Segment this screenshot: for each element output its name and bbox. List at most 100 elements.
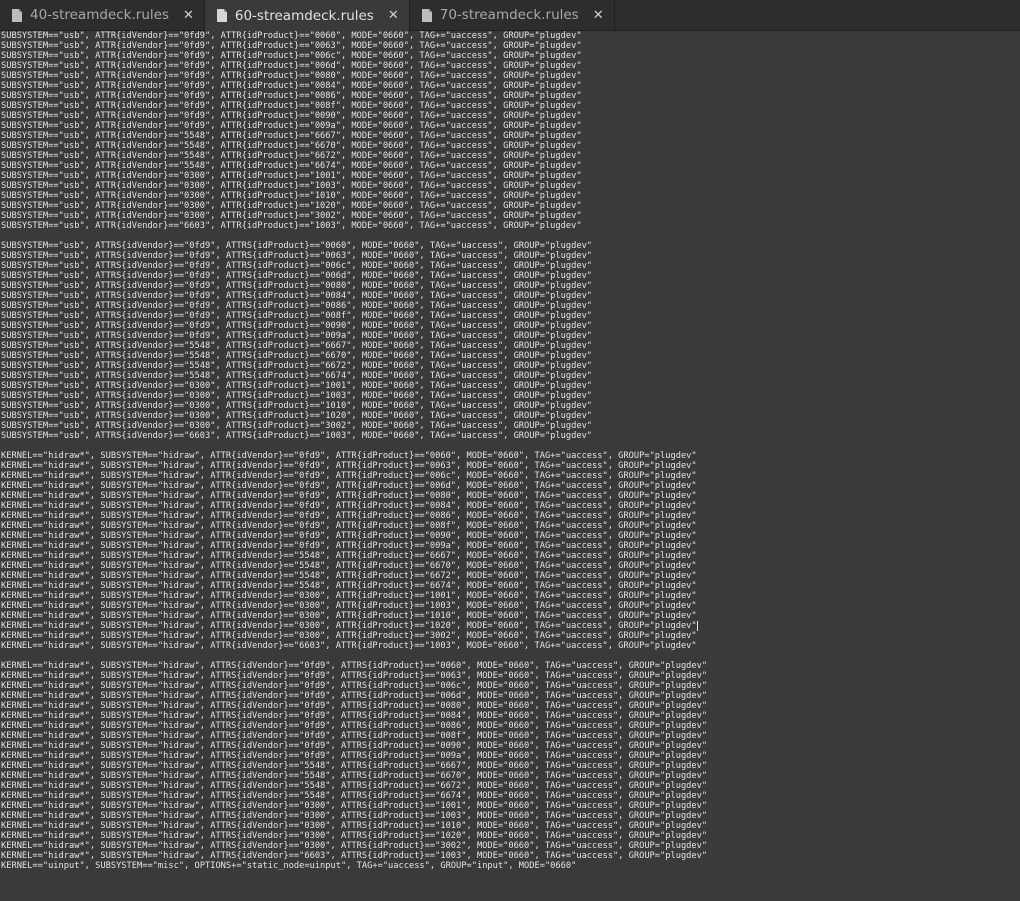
code-line[interactable]: KERNEL=="hidraw*", SUBSYSTEM=="hidraw", … <box>1 581 1020 591</box>
code-line[interactable]: SUBSYSTEM=="usb", ATTR{idVendor}=="5548"… <box>1 141 1020 151</box>
code-line[interactable]: KERNEL=="hidraw*", SUBSYSTEM=="hidraw", … <box>1 631 1020 641</box>
code-line[interactable]: SUBSYSTEM=="usb", ATTR{idVendor}=="0fd9"… <box>1 71 1020 81</box>
code-line[interactable]: KERNEL=="hidraw*", SUBSYSTEM=="hidraw", … <box>1 561 1020 571</box>
code-line[interactable]: KERNEL=="hidraw*", SUBSYSTEM=="hidraw", … <box>1 701 1020 711</box>
code-line[interactable]: SUBSYSTEM=="usb", ATTRS{idVendor}=="0fd9… <box>1 331 1020 341</box>
code-line[interactable]: SUBSYSTEM=="usb", ATTRS{idVendor}=="0300… <box>1 391 1020 401</box>
code-line[interactable]: KERNEL=="hidraw*", SUBSYSTEM=="hidraw", … <box>1 781 1020 791</box>
code-line[interactable]: KERNEL=="hidraw*", SUBSYSTEM=="hidraw", … <box>1 481 1020 491</box>
code-line[interactable]: SUBSYSTEM=="usb", ATTRS{idVendor}=="0fd9… <box>1 241 1020 251</box>
code-line[interactable]: KERNEL=="hidraw*", SUBSYSTEM=="hidraw", … <box>1 621 1020 631</box>
code-line[interactable]: SUBSYSTEM=="usb", ATTR{idVendor}=="6603"… <box>1 221 1020 231</box>
close-icon[interactable]: ✕ <box>183 9 194 22</box>
code-line[interactable]: KERNEL=="hidraw*", SUBSYSTEM=="hidraw", … <box>1 681 1020 691</box>
code-line[interactable]: KERNEL=="hidraw*", SUBSYSTEM=="hidraw", … <box>1 821 1020 831</box>
code-line[interactable]: SUBSYSTEM=="usb", ATTRS{idVendor}=="5548… <box>1 351 1020 361</box>
code-line[interactable]: KERNEL=="hidraw*", SUBSYSTEM=="hidraw", … <box>1 731 1020 741</box>
code-line[interactable]: SUBSYSTEM=="usb", ATTR{idVendor}=="5548"… <box>1 161 1020 171</box>
code-line[interactable]: KERNEL=="hidraw*", SUBSYSTEM=="hidraw", … <box>1 831 1020 841</box>
code-line[interactable]: KERNEL=="hidraw*", SUBSYSTEM=="hidraw", … <box>1 571 1020 581</box>
code-line[interactable]: KERNEL=="hidraw*", SUBSYSTEM=="hidraw", … <box>1 451 1020 461</box>
code-line[interactable]: KERNEL=="hidraw*", SUBSYSTEM=="hidraw", … <box>1 601 1020 611</box>
code-line[interactable]: SUBSYSTEM=="usb", ATTR{idVendor}=="0fd9"… <box>1 51 1020 61</box>
code-line[interactable]: SUBSYSTEM=="usb", ATTRS{idVendor}=="0fd9… <box>1 311 1020 321</box>
code-line[interactable]: KERNEL=="hidraw*", SUBSYSTEM=="hidraw", … <box>1 591 1020 601</box>
code-line-text: SUBSYSTEM=="usb", ATTR{idVendor}=="0fd9"… <box>1 121 582 131</box>
code-line[interactable]: KERNEL=="hidraw*", SUBSYSTEM=="hidraw", … <box>1 531 1020 541</box>
code-line[interactable]: KERNEL=="hidraw*", SUBSYSTEM=="hidraw", … <box>1 711 1020 721</box>
code-line[interactable]: SUBSYSTEM=="usb", ATTR{idVendor}=="0300"… <box>1 171 1020 181</box>
code-line-text: SUBSYSTEM=="usb", ATTR{idVendor}=="5548"… <box>1 161 582 171</box>
code-line-text: KERNEL=="hidraw*", SUBSYSTEM=="hidraw", … <box>1 521 697 531</box>
code-line[interactable]: KERNEL=="hidraw*", SUBSYSTEM=="hidraw", … <box>1 461 1020 471</box>
code-line-text: KERNEL=="hidraw*", SUBSYSTEM=="hidraw", … <box>1 501 697 511</box>
code-line[interactable]: SUBSYSTEM=="usb", ATTR{idVendor}=="0300"… <box>1 201 1020 211</box>
code-line[interactable]: SUBSYSTEM=="usb", ATTRS{idVendor}=="0fd9… <box>1 291 1020 301</box>
code-line[interactable]: KERNEL=="hidraw*", SUBSYSTEM=="hidraw", … <box>1 501 1020 511</box>
code-line[interactable] <box>1 651 1020 661</box>
code-line[interactable]: KERNEL=="hidraw*", SUBSYSTEM=="hidraw", … <box>1 791 1020 801</box>
code-line[interactable]: SUBSYSTEM=="usb", ATTRS{idVendor}=="0300… <box>1 421 1020 431</box>
text-editor[interactable]: SUBSYSTEM=="usb", ATTR{idVendor}=="0fd9"… <box>0 31 1020 871</box>
code-line[interactable]: SUBSYSTEM=="usb", ATTR{idVendor}=="0fd9"… <box>1 101 1020 111</box>
code-line[interactable]: KERNEL=="hidraw*", SUBSYSTEM=="hidraw", … <box>1 671 1020 681</box>
close-icon[interactable]: ✕ <box>388 9 399 22</box>
code-line[interactable]: KERNEL=="hidraw*", SUBSYSTEM=="hidraw", … <box>1 511 1020 521</box>
code-line[interactable]: KERNEL=="hidraw*", SUBSYSTEM=="hidraw", … <box>1 751 1020 761</box>
code-line[interactable]: SUBSYSTEM=="usb", ATTRS{idVendor}=="6603… <box>1 431 1020 441</box>
code-line[interactable]: SUBSYSTEM=="usb", ATTR{idVendor}=="5548"… <box>1 131 1020 141</box>
code-line[interactable]: KERNEL=="hidraw*", SUBSYSTEM=="hidraw", … <box>1 761 1020 771</box>
code-line[interactable]: SUBSYSTEM=="usb", ATTRS{idVendor}=="5548… <box>1 341 1020 351</box>
code-line[interactable]: SUBSYSTEM=="usb", ATTRS{idVendor}=="0300… <box>1 401 1020 411</box>
code-line[interactable]: SUBSYSTEM=="usb", ATTR{idVendor}=="0fd9"… <box>1 91 1020 101</box>
code-line-text: KERNEL=="hidraw*", SUBSYSTEM=="hidraw", … <box>1 761 708 771</box>
code-line[interactable]: SUBSYSTEM=="usb", ATTR{idVendor}=="5548"… <box>1 151 1020 161</box>
code-line[interactable]: SUBSYSTEM=="usb", ATTRS{idVendor}=="0300… <box>1 381 1020 391</box>
code-line[interactable]: SUBSYSTEM=="usb", ATTRS{idVendor}=="0fd9… <box>1 251 1020 261</box>
code-line-text: KERNEL=="hidraw*", SUBSYSTEM=="hidraw", … <box>1 701 708 711</box>
code-line[interactable]: SUBSYSTEM=="usb", ATTRS{idVendor}=="0fd9… <box>1 271 1020 281</box>
tab-60-streamdeck-rules[interactable]: 60-streamdeck.rules ✕ <box>204 0 410 31</box>
code-line[interactable]: KERNEL=="hidraw*", SUBSYSTEM=="hidraw", … <box>1 851 1020 861</box>
code-line[interactable]: SUBSYSTEM=="usb", ATTR{idVendor}=="0fd9"… <box>1 41 1020 51</box>
code-line[interactable]: SUBSYSTEM=="usb", ATTR{idVendor}=="0fd9"… <box>1 81 1020 91</box>
close-icon[interactable]: ✕ <box>593 9 604 22</box>
code-line[interactable]: KERNEL=="hidraw*", SUBSYSTEM=="hidraw", … <box>1 611 1020 621</box>
code-line[interactable]: KERNEL=="hidraw*", SUBSYSTEM=="hidraw", … <box>1 641 1020 651</box>
code-line[interactable]: KERNEL=="hidraw*", SUBSYSTEM=="hidraw", … <box>1 471 1020 481</box>
code-line[interactable]: SUBSYSTEM=="usb", ATTR{idVendor}=="0fd9"… <box>1 121 1020 131</box>
code-line-text: KERNEL=="hidraw*", SUBSYSTEM=="hidraw", … <box>1 771 708 781</box>
code-line[interactable]: SUBSYSTEM=="usb", ATTRS{idVendor}=="5548… <box>1 361 1020 371</box>
code-line[interactable]: SUBSYSTEM=="usb", ATTRS{idVendor}=="0fd9… <box>1 281 1020 291</box>
code-line[interactable]: KERNEL=="hidraw*", SUBSYSTEM=="hidraw", … <box>1 541 1020 551</box>
code-line[interactable]: SUBSYSTEM=="usb", ATTR{idVendor}=="0fd9"… <box>1 31 1020 41</box>
code-line[interactable]: KERNEL=="hidraw*", SUBSYSTEM=="hidraw", … <box>1 841 1020 851</box>
code-line[interactable]: SUBSYSTEM=="usb", ATTR{idVendor}=="0fd9"… <box>1 61 1020 71</box>
code-line[interactable]: KERNEL=="hidraw*", SUBSYSTEM=="hidraw", … <box>1 691 1020 701</box>
code-line[interactable]: SUBSYSTEM=="usb", ATTRS{idVendor}=="0fd9… <box>1 321 1020 331</box>
code-area[interactable]: SUBSYSTEM=="usb", ATTR{idVendor}=="0fd9"… <box>0 31 1020 871</box>
code-line[interactable]: KERNEL=="uinput", SUBSYSTEM=="misc", OPT… <box>1 861 1020 871</box>
code-line[interactable]: SUBSYSTEM=="usb", ATTRS{idVendor}=="5548… <box>1 371 1020 381</box>
tab-40-streamdeck-rules[interactable]: 40-streamdeck.rules ✕ <box>0 0 205 30</box>
code-line[interactable]: KERNEL=="hidraw*", SUBSYSTEM=="hidraw", … <box>1 491 1020 501</box>
code-line[interactable]: SUBSYSTEM=="usb", ATTRS{idVendor}=="0300… <box>1 411 1020 421</box>
code-line[interactable]: SUBSYSTEM=="usb", ATTR{idVendor}=="0300"… <box>1 211 1020 221</box>
code-line[interactable] <box>1 231 1020 241</box>
code-line[interactable]: KERNEL=="hidraw*", SUBSYSTEM=="hidraw", … <box>1 551 1020 561</box>
code-line[interactable]: KERNEL=="hidraw*", SUBSYSTEM=="hidraw", … <box>1 721 1020 731</box>
code-line[interactable]: SUBSYSTEM=="usb", ATTR{idVendor}=="0300"… <box>1 181 1020 191</box>
tab-70-streamdeck-rules[interactable]: 70-streamdeck.rules ✕ <box>410 0 615 30</box>
code-line[interactable]: SUBSYSTEM=="usb", ATTR{idVendor}=="0300"… <box>1 191 1020 201</box>
code-line[interactable]: KERNEL=="hidraw*", SUBSYSTEM=="hidraw", … <box>1 521 1020 531</box>
code-line-text: KERNEL=="hidraw*", SUBSYSTEM=="hidraw", … <box>1 611 697 621</box>
code-line[interactable]: KERNEL=="hidraw*", SUBSYSTEM=="hidraw", … <box>1 811 1020 821</box>
code-line[interactable]: SUBSYSTEM=="usb", ATTR{idVendor}=="0fd9"… <box>1 111 1020 121</box>
code-line[interactable]: SUBSYSTEM=="usb", ATTRS{idVendor}=="0fd9… <box>1 301 1020 311</box>
code-line[interactable]: KERNEL=="hidraw*", SUBSYSTEM=="hidraw", … <box>1 661 1020 671</box>
code-line[interactable]: SUBSYSTEM=="usb", ATTRS{idVendor}=="0fd9… <box>1 261 1020 271</box>
code-line[interactable]: KERNEL=="hidraw*", SUBSYSTEM=="hidraw", … <box>1 741 1020 751</box>
code-line[interactable] <box>1 441 1020 451</box>
code-line[interactable]: KERNEL=="hidraw*", SUBSYSTEM=="hidraw", … <box>1 771 1020 781</box>
code-line[interactable]: KERNEL=="hidraw*", SUBSYSTEM=="hidraw", … <box>1 801 1020 811</box>
